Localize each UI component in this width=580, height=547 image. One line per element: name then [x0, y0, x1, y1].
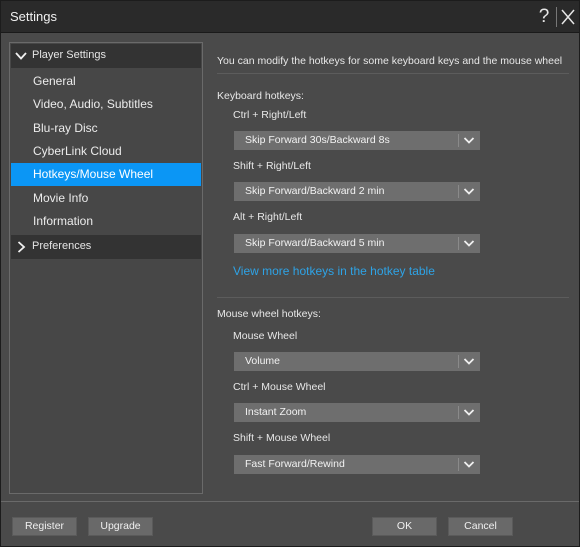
sidebar-item-bluray-disc[interactable]: Blu-ray Disc [11, 117, 201, 140]
title-bar: Settings ? [1, 1, 579, 33]
dropdown-value: Skip Forward/Backward 2 min [245, 185, 385, 197]
shift-mouse-wheel-dropdown[interactable]: Fast Forward/Rewind [234, 455, 480, 474]
shift-right-left-dropdown[interactable]: Skip Forward/Backward 2 min [234, 182, 480, 201]
alt-right-left-dropdown[interactable]: Skip Forward/Backward 5 min [234, 234, 480, 253]
dropdown-value: Fast Forward/Rewind [245, 458, 345, 470]
dropdown-divider [458, 134, 459, 147]
ctrl-right-left-dropdown[interactable]: Skip Forward 30s/Backward 8s [234, 131, 480, 150]
dropdown-value: Volume [245, 355, 281, 367]
sidebar-item-information[interactable]: Information [11, 210, 201, 233]
dropdown-value: Skip Forward 30s/Backward 8s [245, 134, 390, 146]
dropdown-divider [458, 185, 459, 198]
chevron-right-icon [17, 241, 26, 253]
divider [217, 73, 569, 74]
window-title: Settings [10, 9, 57, 24]
titlebar-divider [556, 7, 557, 27]
chevron-down-icon [15, 52, 27, 60]
ok-button[interactable]: OK [372, 517, 437, 536]
sidebar-item-cyberlink-cloud[interactable]: CyberLink Cloud [11, 140, 201, 163]
dropdown-divider [458, 355, 459, 368]
sidebar-item-hotkeys-mouse-wheel[interactable]: Hotkeys/Mouse Wheel [11, 163, 201, 186]
help-button[interactable]: ? [535, 5, 553, 29]
sidebar-nav: Player Settings General Video, Audio, Su… [9, 42, 203, 494]
sidebar-item-general[interactable]: General [11, 70, 201, 93]
intro-text: You can modify the hotkeys for some keyb… [217, 55, 563, 67]
chevron-down-icon [463, 188, 475, 195]
keyboard-hotkeys-heading: Keyboard hotkeys: [217, 90, 304, 102]
dropdown-value: Instant Zoom [245, 406, 307, 418]
hotkeys-panel: You can modify the hotkeys for some keyb… [209, 42, 571, 494]
chevron-down-icon [463, 137, 475, 144]
dropdown-divider [458, 458, 459, 471]
dropdown-divider [458, 406, 459, 419]
cancel-button[interactable]: Cancel [448, 517, 513, 536]
view-hotkey-table-link[interactable]: View more hotkeys in the hotkey table [233, 264, 435, 278]
hotkey-label: Ctrl + Mouse Wheel [233, 381, 326, 393]
hotkey-label: Shift + Right/Left [233, 160, 311, 172]
hotkey-label: Alt + Right/Left [233, 211, 303, 223]
mouse-wheel-dropdown[interactable]: Volume [234, 352, 480, 371]
register-button[interactable]: Register [12, 517, 77, 536]
footer-divider [1, 501, 579, 502]
settings-dialog: Settings ? Player Settings General Video… [0, 0, 580, 547]
ctrl-mouse-wheel-dropdown[interactable]: Instant Zoom [234, 403, 480, 422]
hotkey-label: Ctrl + Right/Left [233, 109, 307, 121]
sidebar-group-label: Player Settings [32, 49, 106, 61]
dropdown-divider [458, 237, 459, 250]
sidebar-item-video-audio-subtitles[interactable]: Video, Audio, Subtitles [11, 93, 201, 116]
sidebar-group-preferences[interactable]: Preferences [11, 235, 201, 259]
divider [217, 297, 569, 298]
question-mark-icon: ? [538, 6, 550, 27]
dropdown-value: Skip Forward/Backward 5 min [245, 237, 385, 249]
chevron-down-icon [463, 409, 475, 416]
upgrade-button[interactable]: Upgrade [88, 517, 153, 536]
sidebar-item-movie-info[interactable]: Movie Info [11, 187, 201, 210]
hotkey-label: Mouse Wheel [233, 330, 298, 342]
chevron-down-icon [463, 240, 475, 247]
sidebar-group-player-settings[interactable]: Player Settings [11, 44, 201, 68]
sidebar-group-label: Preferences [32, 240, 92, 252]
close-x-icon [561, 9, 575, 25]
mouse-wheel-hotkeys-heading: Mouse wheel hotkeys: [217, 308, 321, 320]
chevron-down-icon [463, 358, 475, 365]
close-button[interactable] [559, 6, 577, 28]
chevron-down-icon [463, 461, 475, 468]
hotkey-label: Shift + Mouse Wheel [233, 432, 331, 444]
